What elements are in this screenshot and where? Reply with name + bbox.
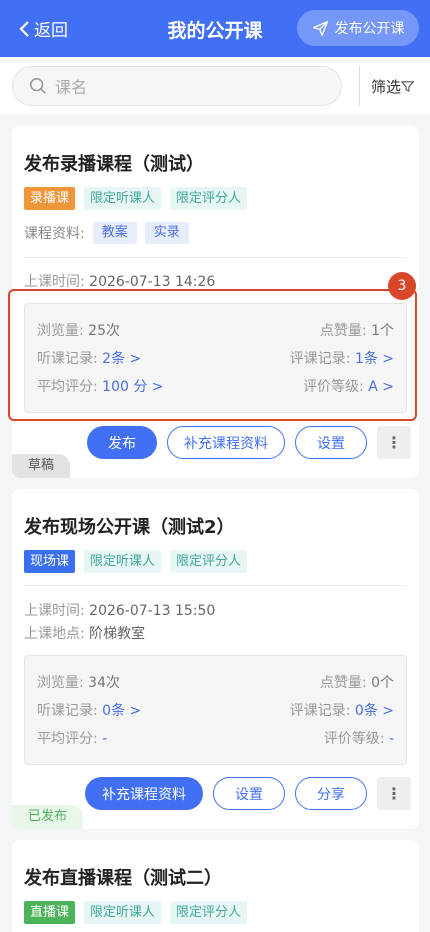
status-badge: 已发布 bbox=[12, 805, 84, 829]
class-time-label: 上课时间: bbox=[24, 274, 85, 290]
course-card[interactable]: 发布直播课程（测试二） 直播课 限定听课人 限定评分人 bbox=[12, 840, 419, 932]
material-chip[interactable]: 实录 bbox=[144, 222, 189, 244]
views-label: 浏览量: bbox=[37, 675, 84, 691]
filter-label: 筛选 bbox=[371, 78, 402, 96]
divider bbox=[24, 585, 407, 586]
class-time-value: 2026-07-13 15:50 bbox=[89, 603, 216, 619]
listen-record-link[interactable]: 0条 > bbox=[102, 703, 141, 719]
class-time-value: 2026-07-13 14:26 bbox=[89, 274, 216, 290]
restriction-tag: 限定评分人 bbox=[170, 550, 248, 573]
publish-course-button[interactable]: 发布公开课 bbox=[297, 10, 419, 46]
filter-icon bbox=[401, 81, 415, 93]
restriction-tag: 限定评分人 bbox=[170, 187, 248, 210]
course-card[interactable]: 发布现场公开课（测试2） 现场课 限定听课人 限定评分人 上课时间: 2026-… bbox=[12, 489, 419, 829]
class-location-value: 阶梯教室 bbox=[89, 626, 146, 642]
divider bbox=[24, 257, 407, 258]
send-icon bbox=[312, 20, 328, 36]
restriction-tag: 限定听课人 bbox=[84, 187, 162, 210]
views-value: 34次 bbox=[88, 675, 120, 691]
restriction-tag: 限定听课人 bbox=[84, 901, 162, 924]
course-tags: 现场课 限定听课人 限定评分人 bbox=[24, 550, 256, 573]
stats-row: 听课记录: 0条 > 评课记录: 0条 > bbox=[37, 700, 394, 720]
action-buttons: 发布 补充课程资料 设置 ⋮ bbox=[77, 426, 411, 459]
search-bar: 课名 筛选 bbox=[0, 57, 430, 114]
course-tags: 直播课 限定听课人 限定评分人 bbox=[24, 901, 256, 924]
top-nav-bar: 返回 我的公开课 发布公开课 bbox=[0, 0, 430, 57]
course-title: 发布现场公开课（测试2） bbox=[24, 517, 235, 538]
course-type-tag: 录播课 bbox=[24, 187, 76, 210]
add-materials-button[interactable]: 补充课程资料 bbox=[167, 426, 285, 459]
stats-panel: 浏览量: 34次 点赞量: 0个 听课记录: 0条 > 评课记录: 0条 > 平… bbox=[24, 655, 407, 765]
course-title: 发布直播课程（测试二） bbox=[24, 868, 222, 889]
status-badge: 草稿 bbox=[12, 454, 71, 478]
class-time-label: 上课时间: bbox=[24, 603, 85, 619]
search-input[interactable]: 课名 bbox=[12, 66, 342, 106]
annotation-badge: 3 bbox=[388, 272, 416, 300]
class-location: 上课地点: 阶梯教室 bbox=[24, 623, 145, 643]
average-score-label: 平均评分: bbox=[37, 731, 98, 747]
add-materials-button[interactable]: 补充课程资料 bbox=[85, 777, 203, 810]
search-icon bbox=[29, 77, 46, 94]
settings-button[interactable]: 设置 bbox=[295, 426, 367, 459]
grade-label: 评价等级: bbox=[323, 731, 385, 747]
review-record-link[interactable]: 0条 > bbox=[355, 703, 394, 719]
highlight-box bbox=[8, 289, 417, 421]
action-buttons: 补充课程资料 设置 分享 ⋮ bbox=[75, 777, 411, 810]
stats-row: 平均评分: - 评价等级: - bbox=[37, 728, 394, 748]
publish-course-label: 发布公开课 bbox=[334, 21, 405, 37]
course-type-tag: 现场课 bbox=[24, 550, 76, 573]
materials-label: 课程资料: bbox=[24, 226, 85, 242]
settings-button[interactable]: 设置 bbox=[213, 777, 285, 810]
search-placeholder: 课名 bbox=[55, 78, 88, 97]
listen-record-label: 听课记录: bbox=[37, 703, 98, 719]
grade-value: - bbox=[388, 731, 394, 747]
share-button[interactable]: 分享 bbox=[295, 777, 367, 810]
course-materials: 课程资料: 教案 实录 bbox=[24, 222, 189, 244]
likes-label: 点赞量: bbox=[319, 675, 367, 691]
restriction-tag: 限定听课人 bbox=[84, 550, 162, 573]
class-location-label: 上课地点: bbox=[24, 626, 85, 642]
course-type-tag: 直播课 bbox=[24, 901, 76, 924]
publish-button[interactable]: 发布 bbox=[87, 426, 157, 459]
divider bbox=[359, 66, 360, 106]
more-icon[interactable]: ⋮ bbox=[377, 777, 411, 810]
material-chip[interactable]: 教案 bbox=[92, 222, 137, 244]
course-title: 发布录播课程（测试） bbox=[24, 154, 204, 175]
class-time: 上课时间: 2026-07-13 15:50 bbox=[24, 600, 215, 620]
review-record-label: 评课记录: bbox=[289, 703, 351, 719]
class-time: 上课时间: 2026-07-13 14:26 bbox=[24, 271, 215, 291]
more-icon[interactable]: ⋮ bbox=[377, 426, 411, 459]
restriction-tag: 限定评分人 bbox=[170, 901, 248, 924]
filter-button[interactable]: 筛选 bbox=[371, 76, 415, 97]
course-tags: 录播课 限定听课人 限定评分人 bbox=[24, 187, 256, 210]
average-score-value: - bbox=[102, 731, 108, 747]
likes-value: 0个 bbox=[371, 675, 394, 691]
stats-row: 浏览量: 34次 点赞量: 0个 bbox=[37, 672, 394, 692]
